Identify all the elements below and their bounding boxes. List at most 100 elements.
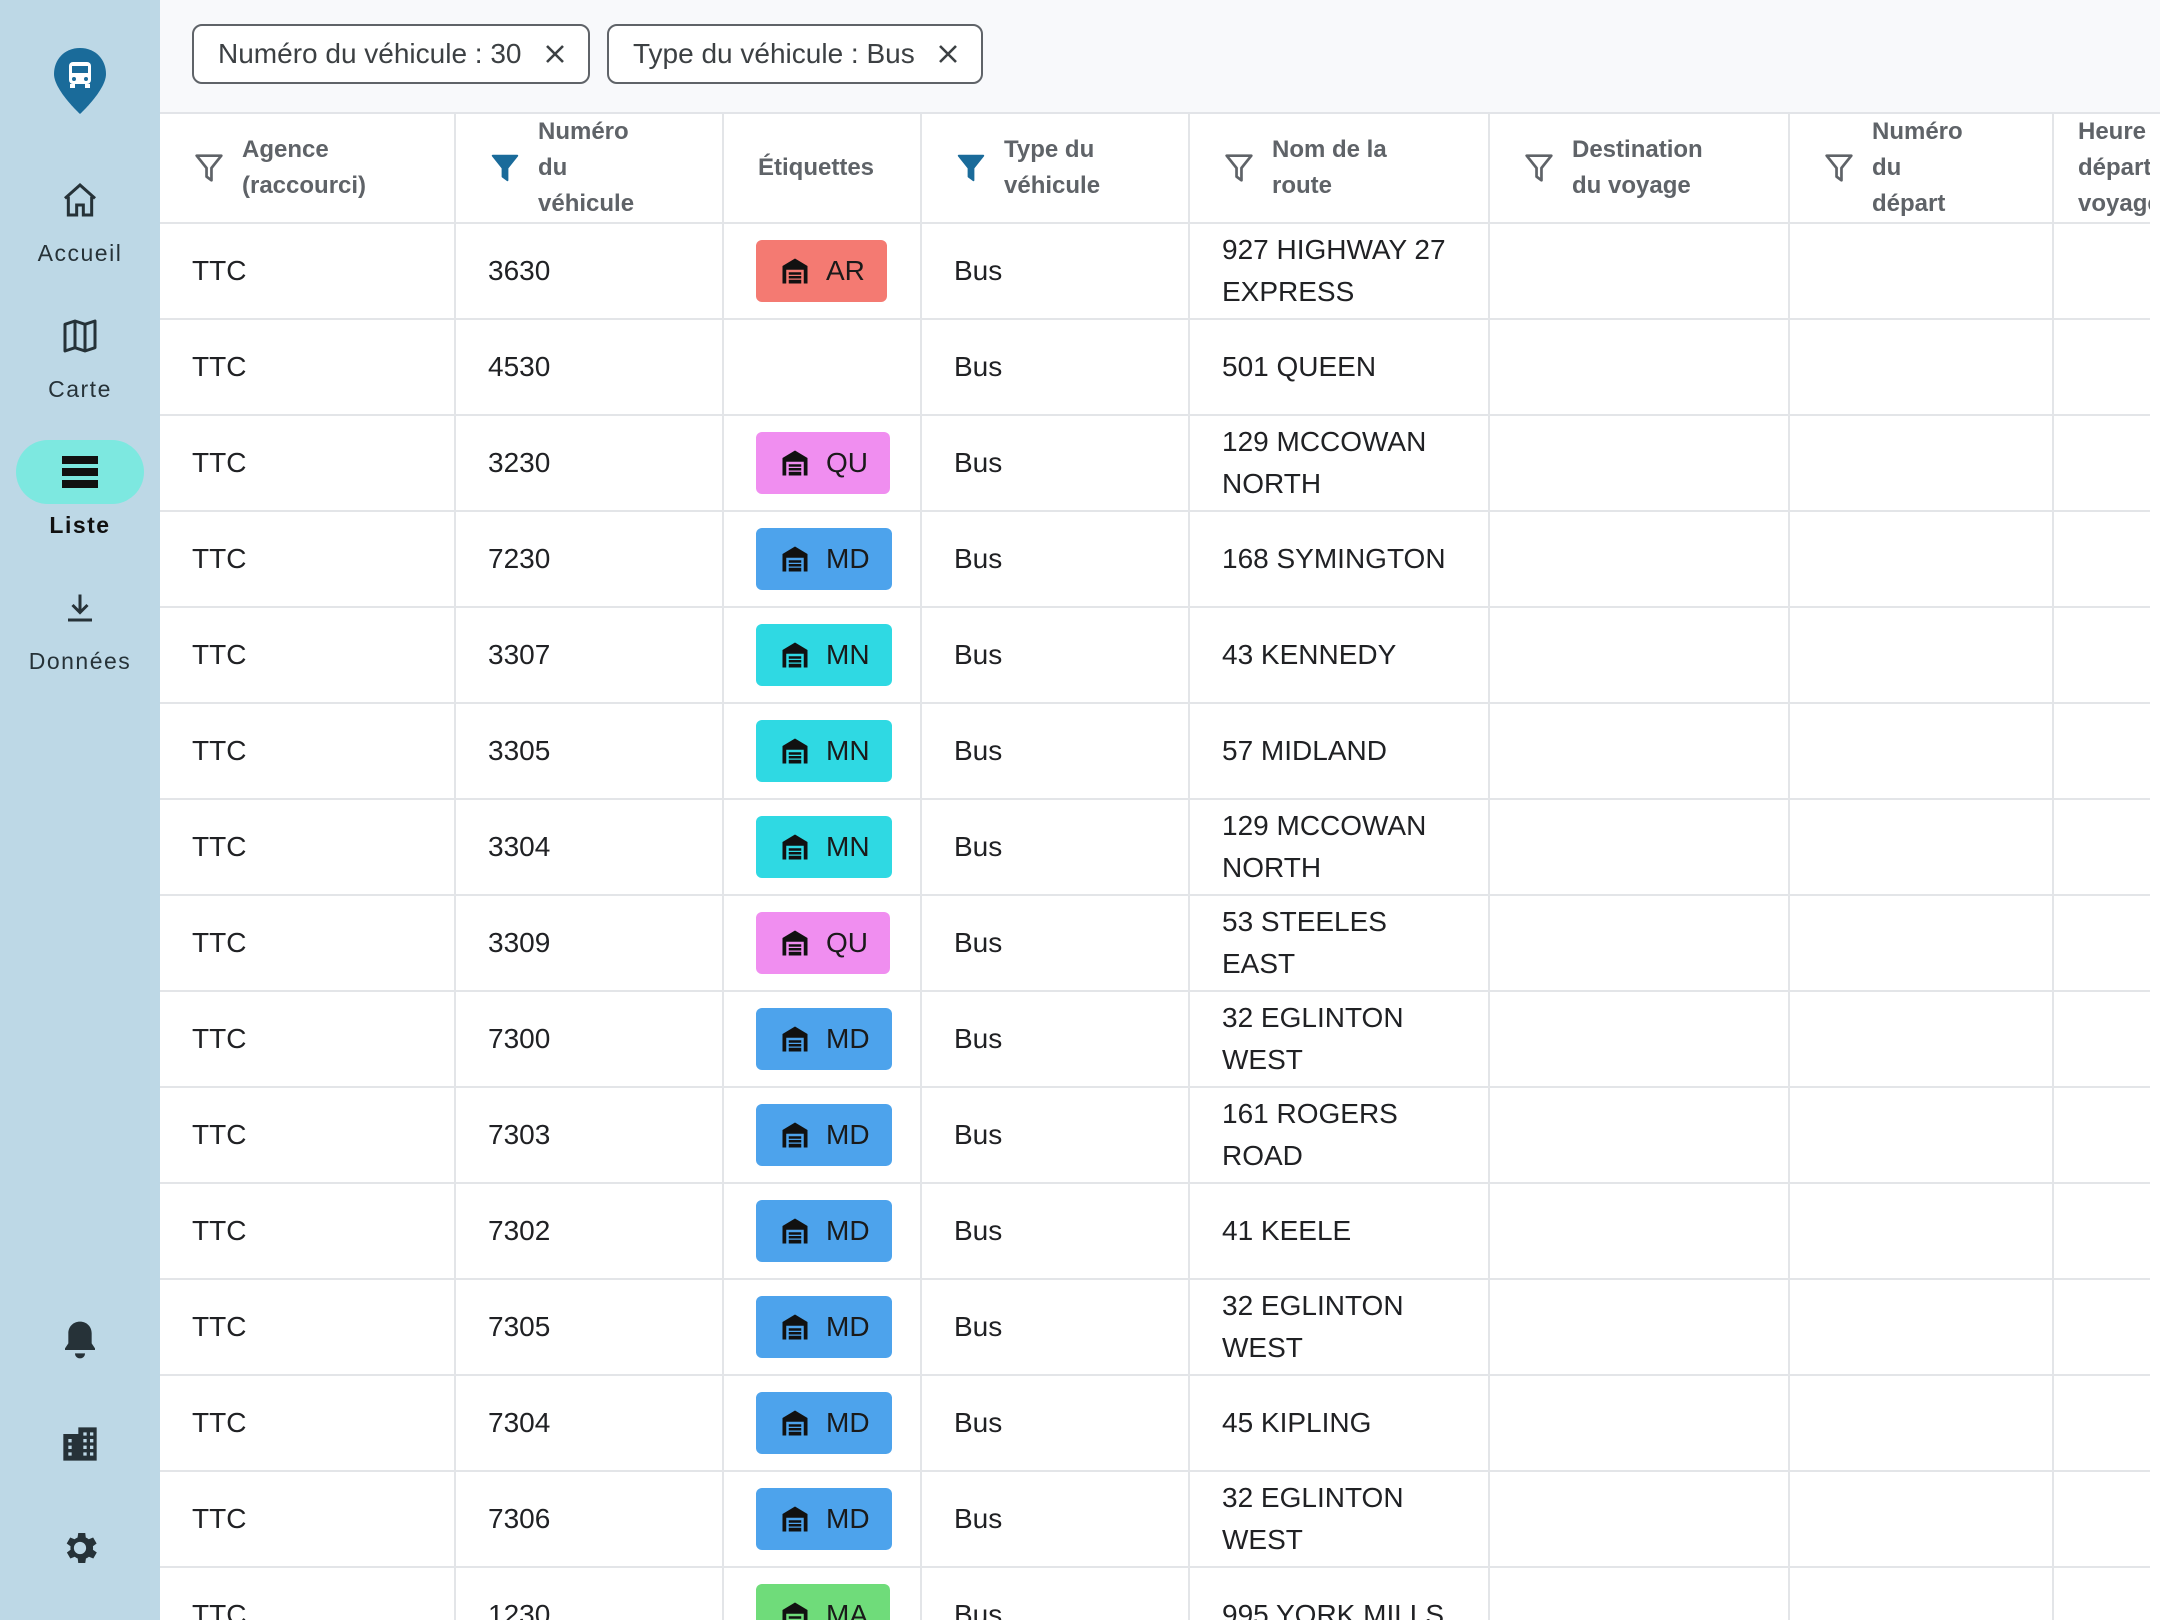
departure-time-cell [2053, 415, 2150, 512]
garage-icon [782, 258, 808, 284]
garage-tag[interactable]: MN [756, 720, 892, 782]
filter-chip-vehicle-type[interactable]: Type du véhicule : Bus [607, 24, 983, 84]
garage-tag[interactable]: MN [756, 816, 892, 878]
table-row[interactable]: TTC 3304 MN Bus 129 MCCOWAN NORTH [160, 799, 2150, 896]
table-row[interactable]: TTC 7300 MD Bus 32 EGLINTON WEST [160, 991, 2150, 1088]
garage-icon [782, 642, 808, 668]
garage-icon [782, 1218, 808, 1244]
column-header-label: Numéro du départ [1872, 118, 1963, 217]
column-header[interactable]: Numéro du véhicule [455, 114, 724, 224]
departure-time-cell [2053, 1087, 2150, 1184]
table-row[interactable]: TTC 7304 MD Bus 45 KIPLING [160, 1375, 2150, 1472]
garage-tag[interactable]: MD [756, 1200, 892, 1262]
filter-icon[interactable] [1824, 152, 1854, 184]
vehicle-number-cell-value: 4530 [488, 351, 551, 382]
column-header[interactable]: Étiquettes [723, 114, 922, 224]
garage-tag[interactable]: AR [756, 240, 887, 302]
destination-cell [1489, 895, 1790, 992]
table-row[interactable]: TTC 7303 MD Bus 161 ROGERS ROAD [160, 1087, 2150, 1184]
vehicle-type-cell-value: Bus [954, 255, 1003, 286]
tags-cell: MA [723, 1567, 922, 1620]
table-row[interactable]: TTC 1230 MA Bus 995 YORK MILLS [160, 1567, 2150, 1620]
vehicle-type-cell: Bus [921, 991, 1190, 1088]
column-header[interactable]: Agence (raccourci) [160, 114, 456, 224]
route-cell: 161 ROGERS ROAD [1189, 1087, 1490, 1184]
garage-tag[interactable]: QU [756, 432, 890, 494]
bus-location-logo-icon [50, 46, 110, 116]
column-header-label: Numéro du véhicule [538, 118, 635, 217]
filter-chip-vehicle-number[interactable]: Numéro du véhicule : 30 [192, 24, 590, 84]
table-row[interactable]: TTC 3630 AR Bus 927 HIGHWAY 27 EXPRESS [160, 223, 2150, 320]
nav-item-accueil[interactable]: Accueil [0, 168, 160, 267]
column-header[interactable]: Type du véhicule [921, 114, 1190, 224]
departure-number-cell [1789, 1183, 2054, 1280]
table-row[interactable]: TTC 7305 MD Bus 32 EGLINTON WEST [160, 1279, 2150, 1376]
garage-tag[interactable]: MD [756, 1104, 892, 1166]
vehicle-number-cell-value: 7304 [488, 1407, 551, 1438]
column-header[interactable]: Destination du voyage [1489, 114, 1790, 224]
destination-cell [1489, 703, 1790, 800]
garage-tag[interactable]: MD [756, 1008, 892, 1070]
route-cell: 53 STEELES EAST [1189, 895, 1490, 992]
agency-cell-value: TTC [192, 255, 247, 286]
table-row[interactable]: TTC 3305 MN Bus 57 MIDLAND [160, 703, 2150, 800]
tags-cell: MD [723, 1087, 922, 1184]
vehicle-type-cell-value: Bus [954, 447, 1003, 478]
filter-active-icon[interactable] [490, 152, 520, 184]
table-row[interactable]: TTC 3309 QU Bus 53 STEELES EAST [160, 895, 2150, 992]
column-header[interactable]: Nom de la route [1189, 114, 1490, 224]
garage-tag[interactable]: MD [756, 528, 892, 590]
table-row[interactable]: TTC 7306 MD Bus 32 EGLINTON WEST [160, 1471, 2150, 1568]
vehicle-number-cell: 3230 [455, 415, 724, 512]
tags-cell: MD [723, 1279, 922, 1376]
home-icon [16, 168, 144, 232]
filter-icon[interactable] [1524, 152, 1554, 184]
tag-label: MN [826, 831, 870, 862]
route-cell: 501 QUEEN [1189, 319, 1490, 416]
tag-label: QU [826, 927, 868, 958]
departure-time-cell [2053, 1471, 2150, 1568]
filter-active-icon[interactable] [956, 152, 986, 184]
departure-number-cell [1789, 1567, 2054, 1620]
building-icon[interactable] [50, 1414, 110, 1474]
filter-icon[interactable] [1224, 152, 1254, 184]
garage-tag[interactable]: MD [756, 1296, 892, 1358]
column-header[interactable]: Numéro du départ [1789, 114, 2054, 224]
nav-item-carte[interactable]: Carte [0, 304, 160, 403]
route-cell: 32 EGLINTON WEST [1189, 991, 1490, 1088]
garage-tag[interactable]: MD [756, 1488, 892, 1550]
garage-tag[interactable]: MA [756, 1584, 890, 1620]
filter-icon[interactable] [194, 152, 224, 184]
table-row[interactable]: TTC 3230 QU Bus 129 MCCOWAN NORTH [160, 415, 2150, 512]
tags-cell: MD [723, 511, 922, 608]
garage-tag[interactable]: MD [756, 1392, 892, 1454]
vehicle-number-cell-value: 7305 [488, 1311, 551, 1342]
vehicle-number-cell: 7303 [455, 1087, 724, 1184]
gear-icon[interactable] [50, 1518, 110, 1578]
column-header-label: Agence (raccourci) [242, 136, 367, 199]
route-cell: 45 KIPLING [1189, 1375, 1490, 1472]
vehicle-type-cell-value: Bus [954, 831, 1003, 862]
nav-item-donnees[interactable]: Données [0, 576, 160, 675]
vehicle-number-cell-value: 3305 [488, 735, 551, 766]
departure-number-cell [1789, 223, 2054, 320]
table-row[interactable]: TTC 7230 MD Bus 168 SYMINGTON [160, 511, 2150, 608]
close-icon[interactable] [542, 41, 568, 67]
close-icon[interactable] [935, 41, 961, 67]
column-header[interactable]: Heure départ voyage [2053, 114, 2150, 224]
vehicle-type-cell: Bus [921, 607, 1190, 704]
table-row[interactable]: TTC 4530 Bus 501 QUEEN [160, 319, 2150, 416]
vehicle-type-cell-value: Bus [954, 735, 1003, 766]
table-row[interactable]: TTC 3307 MN Bus 43 KENNEDY [160, 607, 2150, 704]
bell-icon[interactable] [50, 1310, 110, 1370]
garage-tag[interactable]: MN [756, 624, 892, 686]
agency-cell-value: TTC [192, 1311, 247, 1342]
tags-cell: MD [723, 1183, 922, 1280]
garage-tag[interactable]: QU [756, 912, 890, 974]
table-row[interactable]: TTC 7302 MD Bus 41 KEELE [160, 1183, 2150, 1280]
vehicle-type-cell-value: Bus [954, 1311, 1003, 1342]
filter-bar: Numéro du véhicule : 30 Type du véhicule… [160, 0, 2160, 114]
nav-item-liste[interactable]: Liste [0, 440, 160, 539]
tag-label: QU [826, 447, 868, 478]
garage-icon [782, 1602, 808, 1620]
